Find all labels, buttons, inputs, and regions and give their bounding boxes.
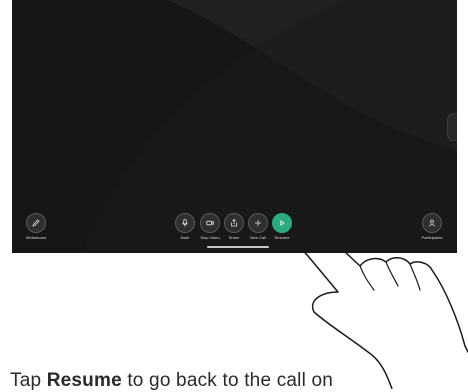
person-icon <box>429 219 435 227</box>
caption-prefix: Tap <box>10 370 47 391</box>
resume-button[interactable] <box>272 213 292 233</box>
new-call-label: New Call <box>249 235 267 240</box>
stop-video-button[interactable] <box>200 213 220 233</box>
share-button[interactable] <box>224 213 244 233</box>
play-icon <box>280 220 285 226</box>
whiteboard-label: Whiteboard <box>25 235 47 240</box>
microphone-icon <box>182 219 188 227</box>
whiteboard-button[interactable] <box>26 213 46 233</box>
participants-button[interactable] <box>422 213 442 233</box>
pen-icon <box>32 219 40 227</box>
share-label: Share <box>228 235 240 240</box>
participants-label: Participants <box>421 235 443 240</box>
mute-label: Mute <box>180 235 190 240</box>
resume-label: Resume <box>274 235 290 240</box>
device-screen: Whiteboard Mute Stop Video Share New Cal… <box>12 0 457 253</box>
caption-emphasis: Resume <box>46 370 122 391</box>
stop-video-label: Stop Video <box>200 235 220 240</box>
caption-suffix: to go back to the call on <box>121 370 334 391</box>
mute-button[interactable] <box>175 213 195 233</box>
video-camera-icon <box>206 220 214 226</box>
side-panel-handle[interactable] <box>447 113 457 141</box>
plus-icon <box>255 220 261 226</box>
home-indicator-bar[interactable] <box>207 246 269 248</box>
share-icon <box>231 219 237 227</box>
new-call-button[interactable] <box>248 213 268 233</box>
